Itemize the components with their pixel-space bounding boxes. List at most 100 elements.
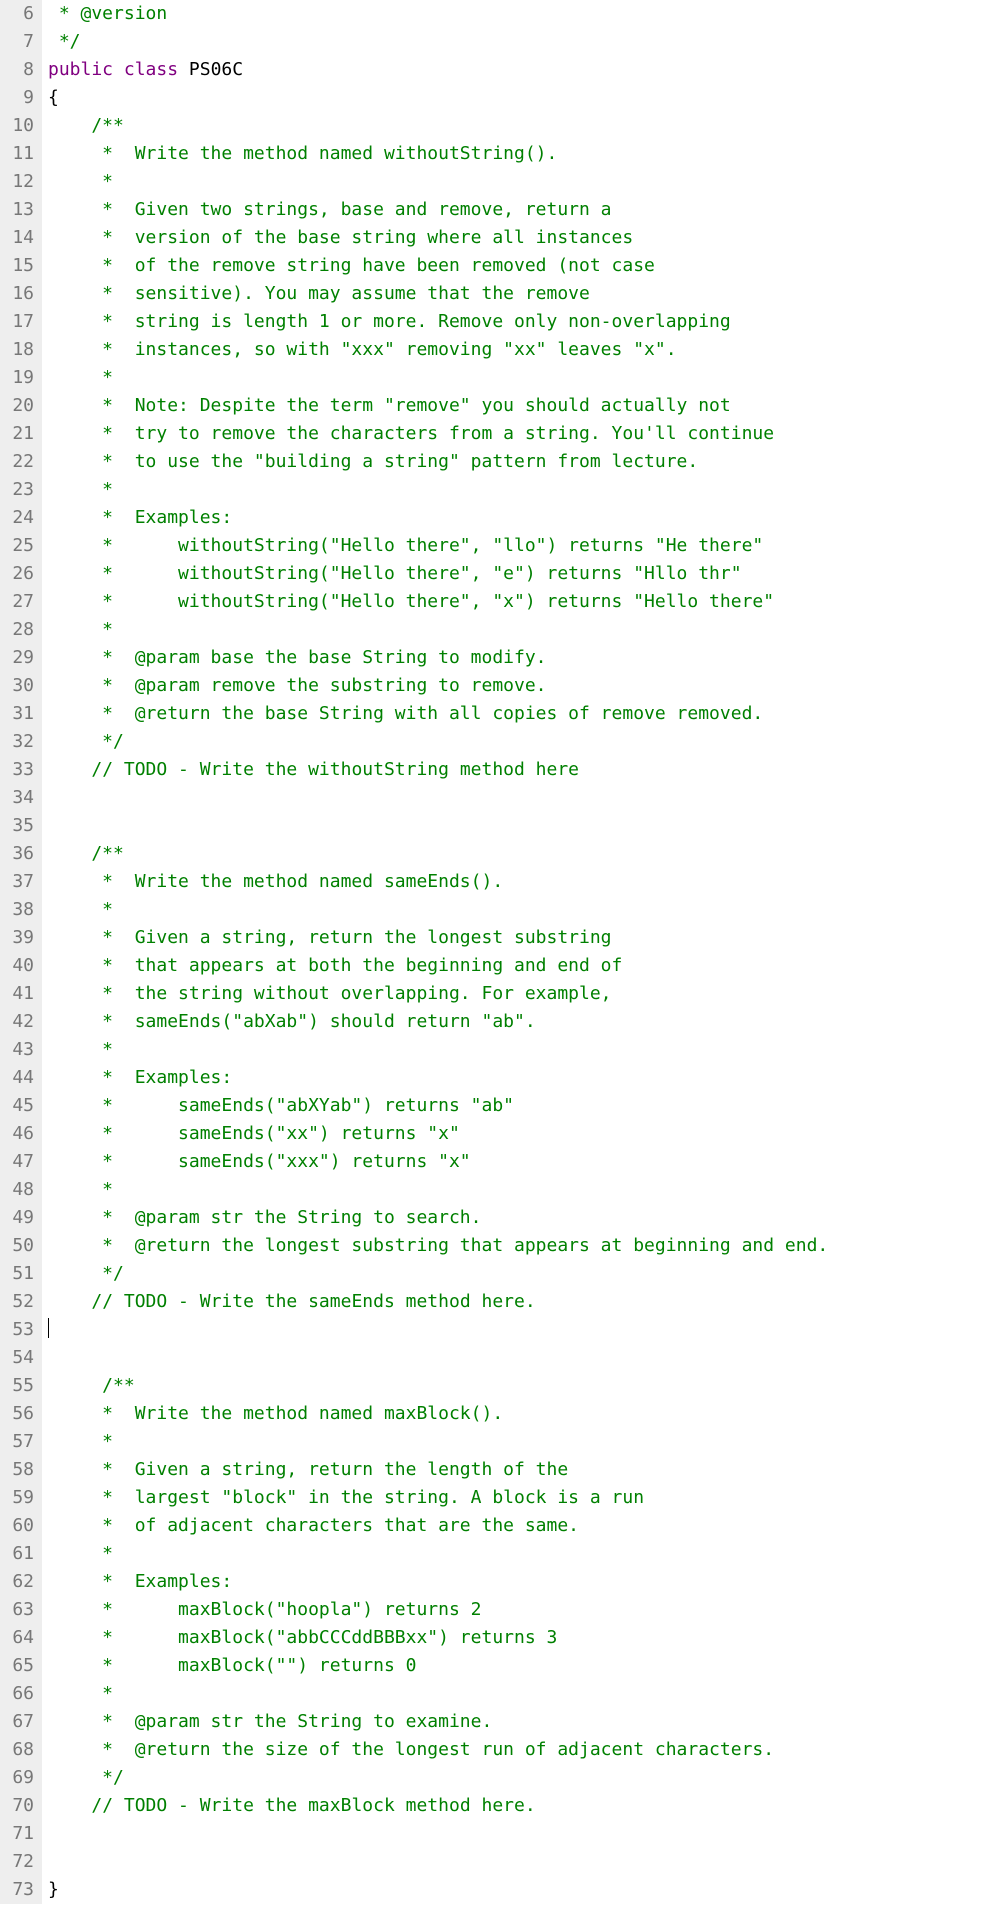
code-line[interactable] (48, 784, 982, 812)
code-line[interactable] (48, 1848, 982, 1876)
code-line[interactable]: * to use the "building a string" pattern… (48, 448, 982, 476)
line-number: 56 (4, 1400, 34, 1428)
code-line[interactable]: * (48, 896, 982, 924)
code-line[interactable]: * Given a string, return the length of t… (48, 1456, 982, 1484)
line-number-gutter: 6789101112131415161718192021222324252627… (0, 0, 42, 1904)
code-line[interactable]: * Examples: (48, 1568, 982, 1596)
line-number: 61 (4, 1540, 34, 1568)
code-line[interactable]: * Examples: (48, 504, 982, 532)
code-line[interactable] (48, 1820, 982, 1848)
code-line[interactable]: * of the remove string have been removed… (48, 252, 982, 280)
code-line[interactable]: * withoutString("Hello there", "x") retu… (48, 588, 982, 616)
code-line[interactable]: * @param remove the substring to remove. (48, 672, 982, 700)
code-line[interactable]: } (48, 1876, 982, 1904)
code-line[interactable]: * instances, so with "xxx" removing "xx"… (48, 336, 982, 364)
code-line[interactable]: * (48, 1428, 982, 1456)
code-line[interactable]: /** (48, 112, 982, 140)
code-line[interactable]: */ (48, 1260, 982, 1288)
code-line[interactable]: * @return the size of the longest run of… (48, 1736, 982, 1764)
code-line[interactable]: * Given a string, return the longest sub… (48, 924, 982, 952)
code-line[interactable]: public class PS06C (48, 56, 982, 84)
plain-token: { (48, 87, 59, 108)
code-line[interactable]: * sameEnds("abXYab") returns "ab" (48, 1092, 982, 1120)
code-line[interactable]: * Given two strings, base and remove, re… (48, 196, 982, 224)
code-line[interactable]: * @param base the base String to modify. (48, 644, 982, 672)
code-line[interactable]: * (48, 168, 982, 196)
comment-token: * (48, 619, 113, 640)
code-line[interactable]: // TODO - Write the withoutString method… (48, 756, 982, 784)
code-line[interactable]: /** (48, 1372, 982, 1400)
code-line[interactable]: * (48, 476, 982, 504)
code-line[interactable]: */ (48, 1764, 982, 1792)
code-line[interactable]: * @param str the String to search. (48, 1204, 982, 1232)
comment-token: * Note: Despite the term "remove" you sh… (48, 395, 731, 416)
plain-token: } (48, 1879, 59, 1900)
code-area[interactable]: * @version */public class PS06C{ /** * W… (42, 0, 982, 1904)
code-line[interactable]: * maxBlock("hoopla") returns 2 (48, 1596, 982, 1624)
code-line[interactable]: * @return the base String with all copie… (48, 700, 982, 728)
comment-token: * (48, 899, 113, 920)
code-line[interactable]: * try to remove the characters from a st… (48, 420, 982, 448)
code-line[interactable]: /** (48, 840, 982, 868)
code-line[interactable]: * Write the method named withoutString()… (48, 140, 982, 168)
line-number: 35 (4, 812, 34, 840)
code-line[interactable] (48, 812, 982, 840)
code-line[interactable]: * version of the base string where all i… (48, 224, 982, 252)
code-line[interactable]: * withoutString("Hello there", "llo") re… (48, 532, 982, 560)
line-number: 12 (4, 168, 34, 196)
comment-token: /** (48, 843, 124, 864)
code-line[interactable]: * (48, 1540, 982, 1568)
comment-token: * Given a string, return the length of t… (48, 1459, 568, 1480)
line-number: 16 (4, 280, 34, 308)
code-line[interactable]: * string is length 1 or more. Remove onl… (48, 308, 982, 336)
comment-token: * @param base the base String to modify. (48, 647, 547, 668)
text-cursor (48, 1318, 49, 1338)
code-line[interactable]: * @return the longest substring that app… (48, 1232, 982, 1260)
line-number: 58 (4, 1456, 34, 1484)
code-line[interactable]: * the string without overlapping. For ex… (48, 980, 982, 1008)
code-line[interactable]: * (48, 1176, 982, 1204)
comment-token: * Write the method named sameEnds(). (48, 871, 503, 892)
code-line[interactable]: */ (48, 728, 982, 756)
code-line[interactable]: * (48, 616, 982, 644)
comment-token: /** (48, 1375, 135, 1396)
code-line[interactable]: * Examples: (48, 1064, 982, 1092)
line-number: 39 (4, 924, 34, 952)
code-line[interactable]: * @version (48, 0, 982, 28)
comment-token: * maxBlock("") returns 0 (48, 1655, 416, 1676)
code-line[interactable]: * Write the method named sameEnds(). (48, 868, 982, 896)
code-line[interactable]: * maxBlock("") returns 0 (48, 1652, 982, 1680)
code-line[interactable]: * sensitive). You may assume that the re… (48, 280, 982, 308)
code-line[interactable]: * @param str the String to examine. (48, 1708, 982, 1736)
line-number: 49 (4, 1204, 34, 1232)
code-line[interactable]: * withoutString("Hello there", "e") retu… (48, 560, 982, 588)
code-line[interactable]: // TODO - Write the sameEnds method here… (48, 1288, 982, 1316)
comment-token: * try to remove the characters from a st… (48, 423, 774, 444)
code-line[interactable]: { (48, 84, 982, 112)
code-line[interactable]: * Note: Despite the term "remove" you sh… (48, 392, 982, 420)
code-line[interactable]: * Write the method named maxBlock(). (48, 1400, 982, 1428)
code-line[interactable]: * maxBlock("abbCCCddBBBxx") returns 3 (48, 1624, 982, 1652)
code-line[interactable]: * of adjacent characters that are the sa… (48, 1512, 982, 1540)
code-line[interactable]: * sameEnds("xx") returns "x" (48, 1120, 982, 1148)
comment-token: * Examples: (48, 1067, 232, 1088)
comment-token: * of the remove string have been removed… (48, 255, 655, 276)
code-line[interactable]: * sameEnds("xxx") returns "x" (48, 1148, 982, 1176)
comment-token: * (48, 1683, 113, 1704)
code-line[interactable]: * largest "block" in the string. A block… (48, 1484, 982, 1512)
comment-token: * of adjacent characters that are the sa… (48, 1515, 579, 1536)
code-line[interactable]: * sameEnds("abXab") should return "ab". (48, 1008, 982, 1036)
line-number: 17 (4, 308, 34, 336)
code-line[interactable] (48, 1316, 982, 1344)
code-line[interactable] (48, 1344, 982, 1372)
code-line[interactable]: * (48, 1036, 982, 1064)
code-line[interactable]: */ (48, 28, 982, 56)
code-line[interactable]: * that appears at both the beginning and… (48, 952, 982, 980)
code-line[interactable]: * (48, 364, 982, 392)
line-number: 26 (4, 560, 34, 588)
code-editor[interactable]: 6789101112131415161718192021222324252627… (0, 0, 982, 1904)
code-line[interactable]: * (48, 1680, 982, 1708)
code-line[interactable]: // TODO - Write the maxBlock method here… (48, 1792, 982, 1820)
line-number: 10 (4, 112, 34, 140)
comment-token: * sensitive). You may assume that the re… (48, 283, 590, 304)
